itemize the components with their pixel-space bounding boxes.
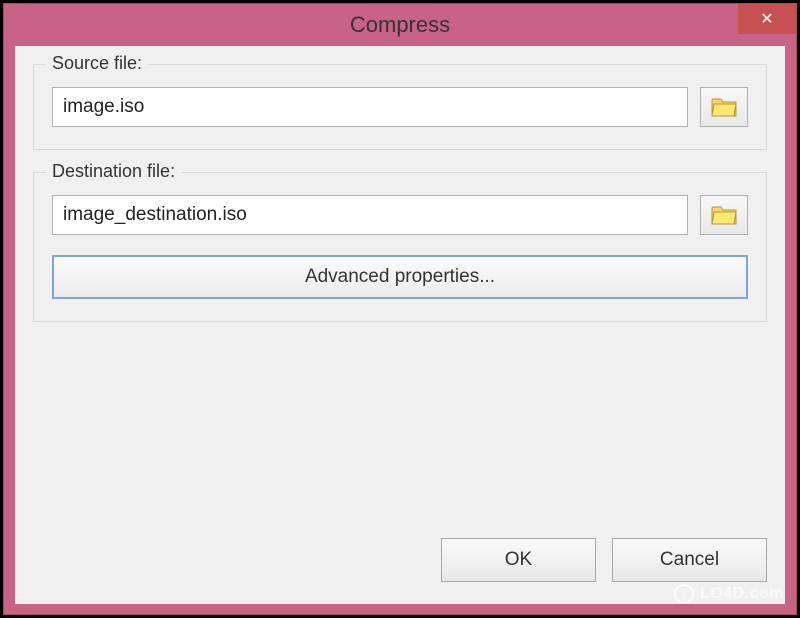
cancel-button[interactable]: Cancel: [612, 538, 767, 582]
ok-button[interactable]: OK: [441, 538, 596, 582]
destination-browse-button[interactable]: [700, 195, 748, 235]
destination-file-input[interactable]: [52, 195, 688, 235]
source-file-label: Source file:: [46, 53, 148, 74]
advanced-properties-button[interactable]: Advanced properties...: [52, 255, 748, 299]
dialog-body: Source file: Destination file:: [15, 46, 785, 604]
close-icon: ✕: [760, 9, 773, 29]
window-title: Compress: [350, 12, 450, 38]
dialog-button-row: OK Cancel: [441, 538, 767, 582]
compress-dialog: Compress ✕ Source file:: [3, 3, 797, 615]
close-button[interactable]: ✕: [738, 4, 796, 34]
titlebar[interactable]: Compress ✕: [4, 4, 796, 46]
folder-icon: [711, 96, 737, 118]
source-file-input[interactable]: [52, 87, 688, 127]
destination-file-label: Destination file:: [46, 161, 181, 182]
source-browse-button[interactable]: [700, 87, 748, 127]
folder-icon: [711, 204, 737, 226]
destination-file-group: Destination file: Advanced properties...: [33, 172, 767, 322]
source-file-group: Source file:: [33, 64, 767, 150]
